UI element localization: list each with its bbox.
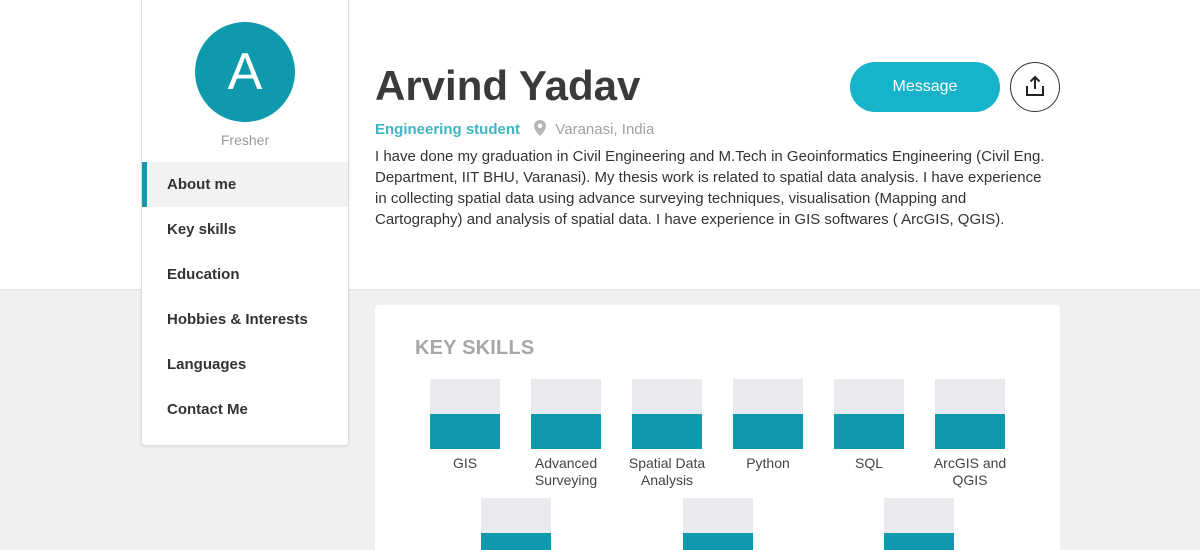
- profile-sidebar: A Fresher About me Key skills Education …: [141, 0, 349, 446]
- skill-level-bar: [733, 379, 803, 449]
- skill-item: ArcGIS and QGIS: [920, 379, 1020, 489]
- skill-level-bar: [430, 379, 500, 449]
- skill-level-fill: [935, 414, 1005, 449]
- skill-level-fill: [632, 414, 702, 449]
- profile-bio: I have done my graduation in Civil Engin…: [375, 148, 1045, 228]
- key-skills-card: KEY SKILLS GIS Advanced Surveying Spatial …: [375, 305, 1060, 550]
- skill-level-bar: [834, 379, 904, 449]
- skill-item: [466, 498, 566, 550]
- skill-item: Python: [718, 379, 818, 472]
- share-button[interactable]: [1010, 62, 1060, 112]
- skill-level-fill: [531, 414, 601, 449]
- key-skills-title: KEY SKILLS: [415, 337, 535, 359]
- share-icon: [1025, 75, 1045, 100]
- skill-level-fill: [430, 414, 500, 449]
- skill-level-fill: [884, 533, 954, 550]
- skill-level-bar: [683, 498, 753, 550]
- profile-subline: Engineering student Varanasi, India: [375, 120, 654, 140]
- skill-label: ArcGIS and QGIS: [933, 455, 1007, 488]
- skill-label: Python: [746, 455, 790, 471]
- skill-level-fill: [481, 533, 551, 550]
- skill-level-fill: [733, 414, 803, 449]
- skill-level-bar: [531, 379, 601, 449]
- skill-level-bar: [481, 498, 551, 550]
- skill-item: [668, 498, 768, 550]
- avatar: A: [195, 22, 295, 122]
- skill-label: Spatial Data Analysis: [628, 455, 706, 488]
- location-pin-icon: [534, 120, 547, 140]
- sidebar-nav: About me Key skills Education Hobbies & …: [142, 162, 348, 432]
- profile-location: Varanasi, India: [555, 121, 655, 138]
- skill-label: GIS: [452, 455, 478, 471]
- skill-level-bar: [884, 498, 954, 550]
- skill-item: SQL: [819, 379, 919, 472]
- nav-item-hobbies[interactable]: Hobbies & Interests: [142, 297, 348, 342]
- skill-level-fill: [683, 533, 753, 550]
- skill-label: Advanced Surveying: [534, 455, 598, 488]
- nav-item-about-me[interactable]: About me: [142, 162, 348, 207]
- message-button[interactable]: Message: [850, 62, 1000, 112]
- profile-role: Engineering student: [375, 121, 521, 138]
- skill-item: GIS: [415, 379, 515, 472]
- nav-item-languages[interactable]: Languages: [142, 342, 348, 387]
- skill-label: SQL: [854, 455, 883, 471]
- experience-level: Fresher: [220, 132, 270, 148]
- skill-level-bar: [632, 379, 702, 449]
- skill-item: [869, 498, 969, 550]
- nav-item-key-skills[interactable]: Key skills: [142, 207, 348, 252]
- skill-item: Spatial Data Analysis: [617, 379, 717, 489]
- profile-name: Arvind Yadav: [375, 62, 641, 109]
- skill-level-fill: [834, 414, 904, 449]
- nav-item-contact[interactable]: Contact Me: [142, 387, 348, 432]
- skill-item: Advanced Surveying: [516, 379, 616, 489]
- skill-level-bar: [935, 379, 1005, 449]
- nav-item-education[interactable]: Education: [142, 252, 348, 297]
